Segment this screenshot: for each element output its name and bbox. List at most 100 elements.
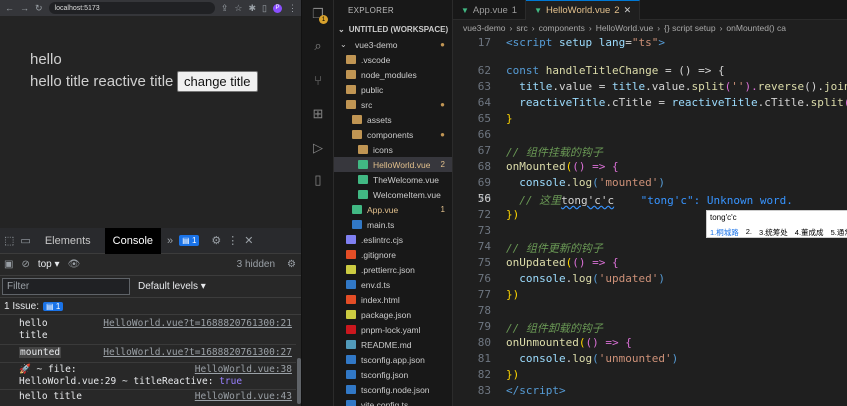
tree-item[interactable]: src ● — [334, 97, 452, 112]
line-number: 75 — [477, 256, 491, 269]
tree-item[interactable]: WelcomeItem.vue — [334, 187, 452, 202]
extensions-icon[interactable]: ✱ — [249, 3, 257, 14]
tree-item[interactable]: tsconfig.app.json — [334, 352, 452, 367]
sidebar-toggle-icon[interactable]: ▣ — [4, 259, 13, 270]
tree-item[interactable]: icons — [334, 142, 452, 157]
tree-item[interactable]: HelloWorld.vue 2 — [334, 157, 452, 172]
more-options-icon[interactable]: ⋮ — [227, 234, 238, 247]
log-message: 🚀 ~ file: — [19, 364, 77, 375]
tree-item[interactable]: public — [334, 82, 452, 97]
tab-app-vue[interactable]: ▼ App.vue 1 — [453, 0, 527, 20]
tree-item[interactable]: .gitignore — [334, 247, 452, 262]
share-icon[interactable]: ⇪ — [221, 3, 229, 14]
tree-item[interactable]: App.vue 1 — [334, 202, 452, 217]
ime-candidate[interactable]: 2. — [746, 227, 752, 238]
breadcrumb-item[interactable]: components — [539, 23, 585, 33]
tree-item[interactable]: env.d.ts — [334, 277, 452, 292]
breadcrumb-item[interactable]: HelloWorld.vue — [596, 23, 653, 33]
workspace-header[interactable]: ⌄ UNTITLED (WORKSPACE) — [334, 22, 452, 37]
log-source-link[interactable]: HelloWorld.vue:43 — [195, 391, 292, 402]
device-toolbar-icon[interactable]: ▭ — [20, 234, 30, 247]
code-token: log — [572, 352, 593, 365]
run-debug-icon[interactable]: ▷ — [310, 140, 326, 156]
issues-bar[interactable]: 1 Issue: ▤ 1 — [0, 298, 301, 315]
ime-candidate[interactable]: 5.通常从 — [831, 227, 847, 238]
code-token: .cTitle = — [605, 96, 672, 109]
ime-candidate[interactable]: 1.桐城路 — [710, 227, 739, 238]
ime-candidate[interactable]: 4.董成成 — [795, 227, 824, 238]
source-control-icon[interactable]: ⑂ — [310, 72, 326, 88]
breadcrumb-item[interactable]: src — [516, 23, 527, 33]
log-levels-dropdown[interactable]: Default levels ▾ — [138, 281, 206, 292]
code-comment: // 这里 — [519, 194, 562, 207]
close-icon[interactable]: ✕ — [624, 5, 632, 16]
tree-item[interactable]: tsconfig.node.json — [334, 382, 452, 397]
forward-icon[interactable]: → — [20, 3, 29, 13]
tree-item-status: ● — [440, 40, 445, 49]
extensions-icon[interactable]: ⊞ — [310, 106, 326, 122]
code-token: ) — [658, 176, 665, 189]
console-scrollbar[interactable] — [297, 358, 301, 404]
file-icon — [346, 265, 356, 274]
bookmarks-icon[interactable]: ▯ — [310, 172, 326, 188]
tree-item[interactable]: components ● — [334, 127, 452, 142]
more-tabs-icon[interactable]: » — [167, 235, 173, 247]
reload-icon[interactable]: ↻ — [35, 3, 43, 14]
tree-item[interactable]: tsconfig.json — [334, 367, 452, 382]
log-source-link[interactable]: HelloWorld.vue?t=1688820761300:21 — [103, 318, 292, 329]
log-source-link[interactable]: HelloWorld.vue?t=1688820761300:27 — [103, 347, 292, 358]
tree-item[interactable]: .prettierrc.json — [334, 262, 452, 277]
sidebar-icon[interactable]: ▯ — [262, 3, 267, 14]
console-toolbar: ▣ ⊘ top ▾ 👁 3 hidden ⚙ — [0, 254, 301, 276]
tree-item[interactable]: .vscode — [334, 52, 452, 67]
devtools-tabbar: ⬚ ▭ Elements Console » ▤ 1 ⚙ ⋮ ✕ — [0, 227, 301, 254]
code-token: .value = — [552, 80, 612, 93]
breadcrumb-item[interactable]: vue3-demo — [463, 23, 506, 33]
close-icon[interactable]: ✕ — [244, 234, 253, 247]
settings-icon[interactable]: ⚙ — [211, 234, 221, 247]
clear-console-icon[interactable]: ⊘ — [21, 259, 29, 270]
search-icon[interactable]: ⌕ — [310, 38, 326, 54]
tree-item[interactable]: index.html — [334, 292, 452, 307]
menu-icon[interactable]: ⋮ — [288, 3, 297, 14]
code-token: reactiveTitle — [671, 96, 758, 109]
breadcrumb-item[interactable]: onMounted() ca — [726, 23, 786, 33]
line-number: 76 — [477, 272, 491, 285]
screen: ← → ↻ localhost:5173 ⇪ ☆ ✱ ▯ P ⋮ hello h… — [0, 0, 847, 406]
code-line: const handleTitleChange = () => { — [506, 64, 725, 77]
tree-item[interactable]: assets — [334, 112, 452, 127]
console-settings-icon[interactable]: ⚙ — [287, 259, 296, 270]
filter-input[interactable]: Filter — [2, 278, 130, 295]
tab-elements[interactable]: Elements — [37, 228, 99, 254]
file-icon — [346, 400, 356, 406]
inspect-icon[interactable]: ⬚ — [4, 234, 14, 247]
tree-item[interactable]: main.ts — [334, 217, 452, 232]
ime-candidate[interactable]: 3.统筹处 — [759, 227, 788, 238]
tree-item[interactable]: README.md — [334, 337, 452, 352]
tab-console[interactable]: Console — [104, 227, 162, 254]
tree-item-label: pnpm-lock.yaml — [361, 324, 421, 335]
live-expression-icon[interactable]: 👁 — [68, 259, 81, 270]
star-icon[interactable]: ☆ — [234, 3, 242, 14]
tab-helloworld-vue[interactable]: ▼ HelloWorld.vue 2 ✕ — [526, 0, 641, 20]
tree-item-label: .eslintrc.cjs — [361, 234, 404, 245]
tree-item[interactable]: package.json — [334, 307, 452, 322]
tree-item[interactable]: node_modules — [334, 67, 452, 82]
code-token: "ts" — [631, 36, 659, 49]
breadcrumb-item[interactable]: {} script setup — [664, 23, 716, 33]
change-title-button[interactable]: change title — [177, 71, 258, 92]
tree-item[interactable]: pnpm-lock.yaml — [334, 322, 452, 337]
file-icon — [358, 160, 368, 169]
log-source-link[interactable]: HelloWorld.vue:38 — [195, 364, 292, 375]
code-token: reactiveTitle — [519, 96, 606, 109]
back-icon[interactable]: ← — [5, 3, 14, 13]
address-bar[interactable]: localhost:5173 — [48, 2, 215, 14]
profile-avatar[interactable]: P — [273, 3, 282, 13]
tree-item[interactable]: TheWelcome.vue — [334, 172, 452, 187]
explorer-panel: EXPLORER ⌄ UNTITLED (WORKSPACE) ⌄ vue3-de… — [334, 0, 453, 406]
issues-badge[interactable]: ▤ 1 — [179, 235, 200, 246]
tree-item[interactable]: ⌄ vue3-demo ● — [334, 37, 452, 52]
tree-item[interactable]: vite.config.ts — [334, 397, 452, 406]
context-selector[interactable]: top ▾ — [38, 259, 60, 270]
tree-item[interactable]: .eslintrc.cjs — [334, 232, 452, 247]
